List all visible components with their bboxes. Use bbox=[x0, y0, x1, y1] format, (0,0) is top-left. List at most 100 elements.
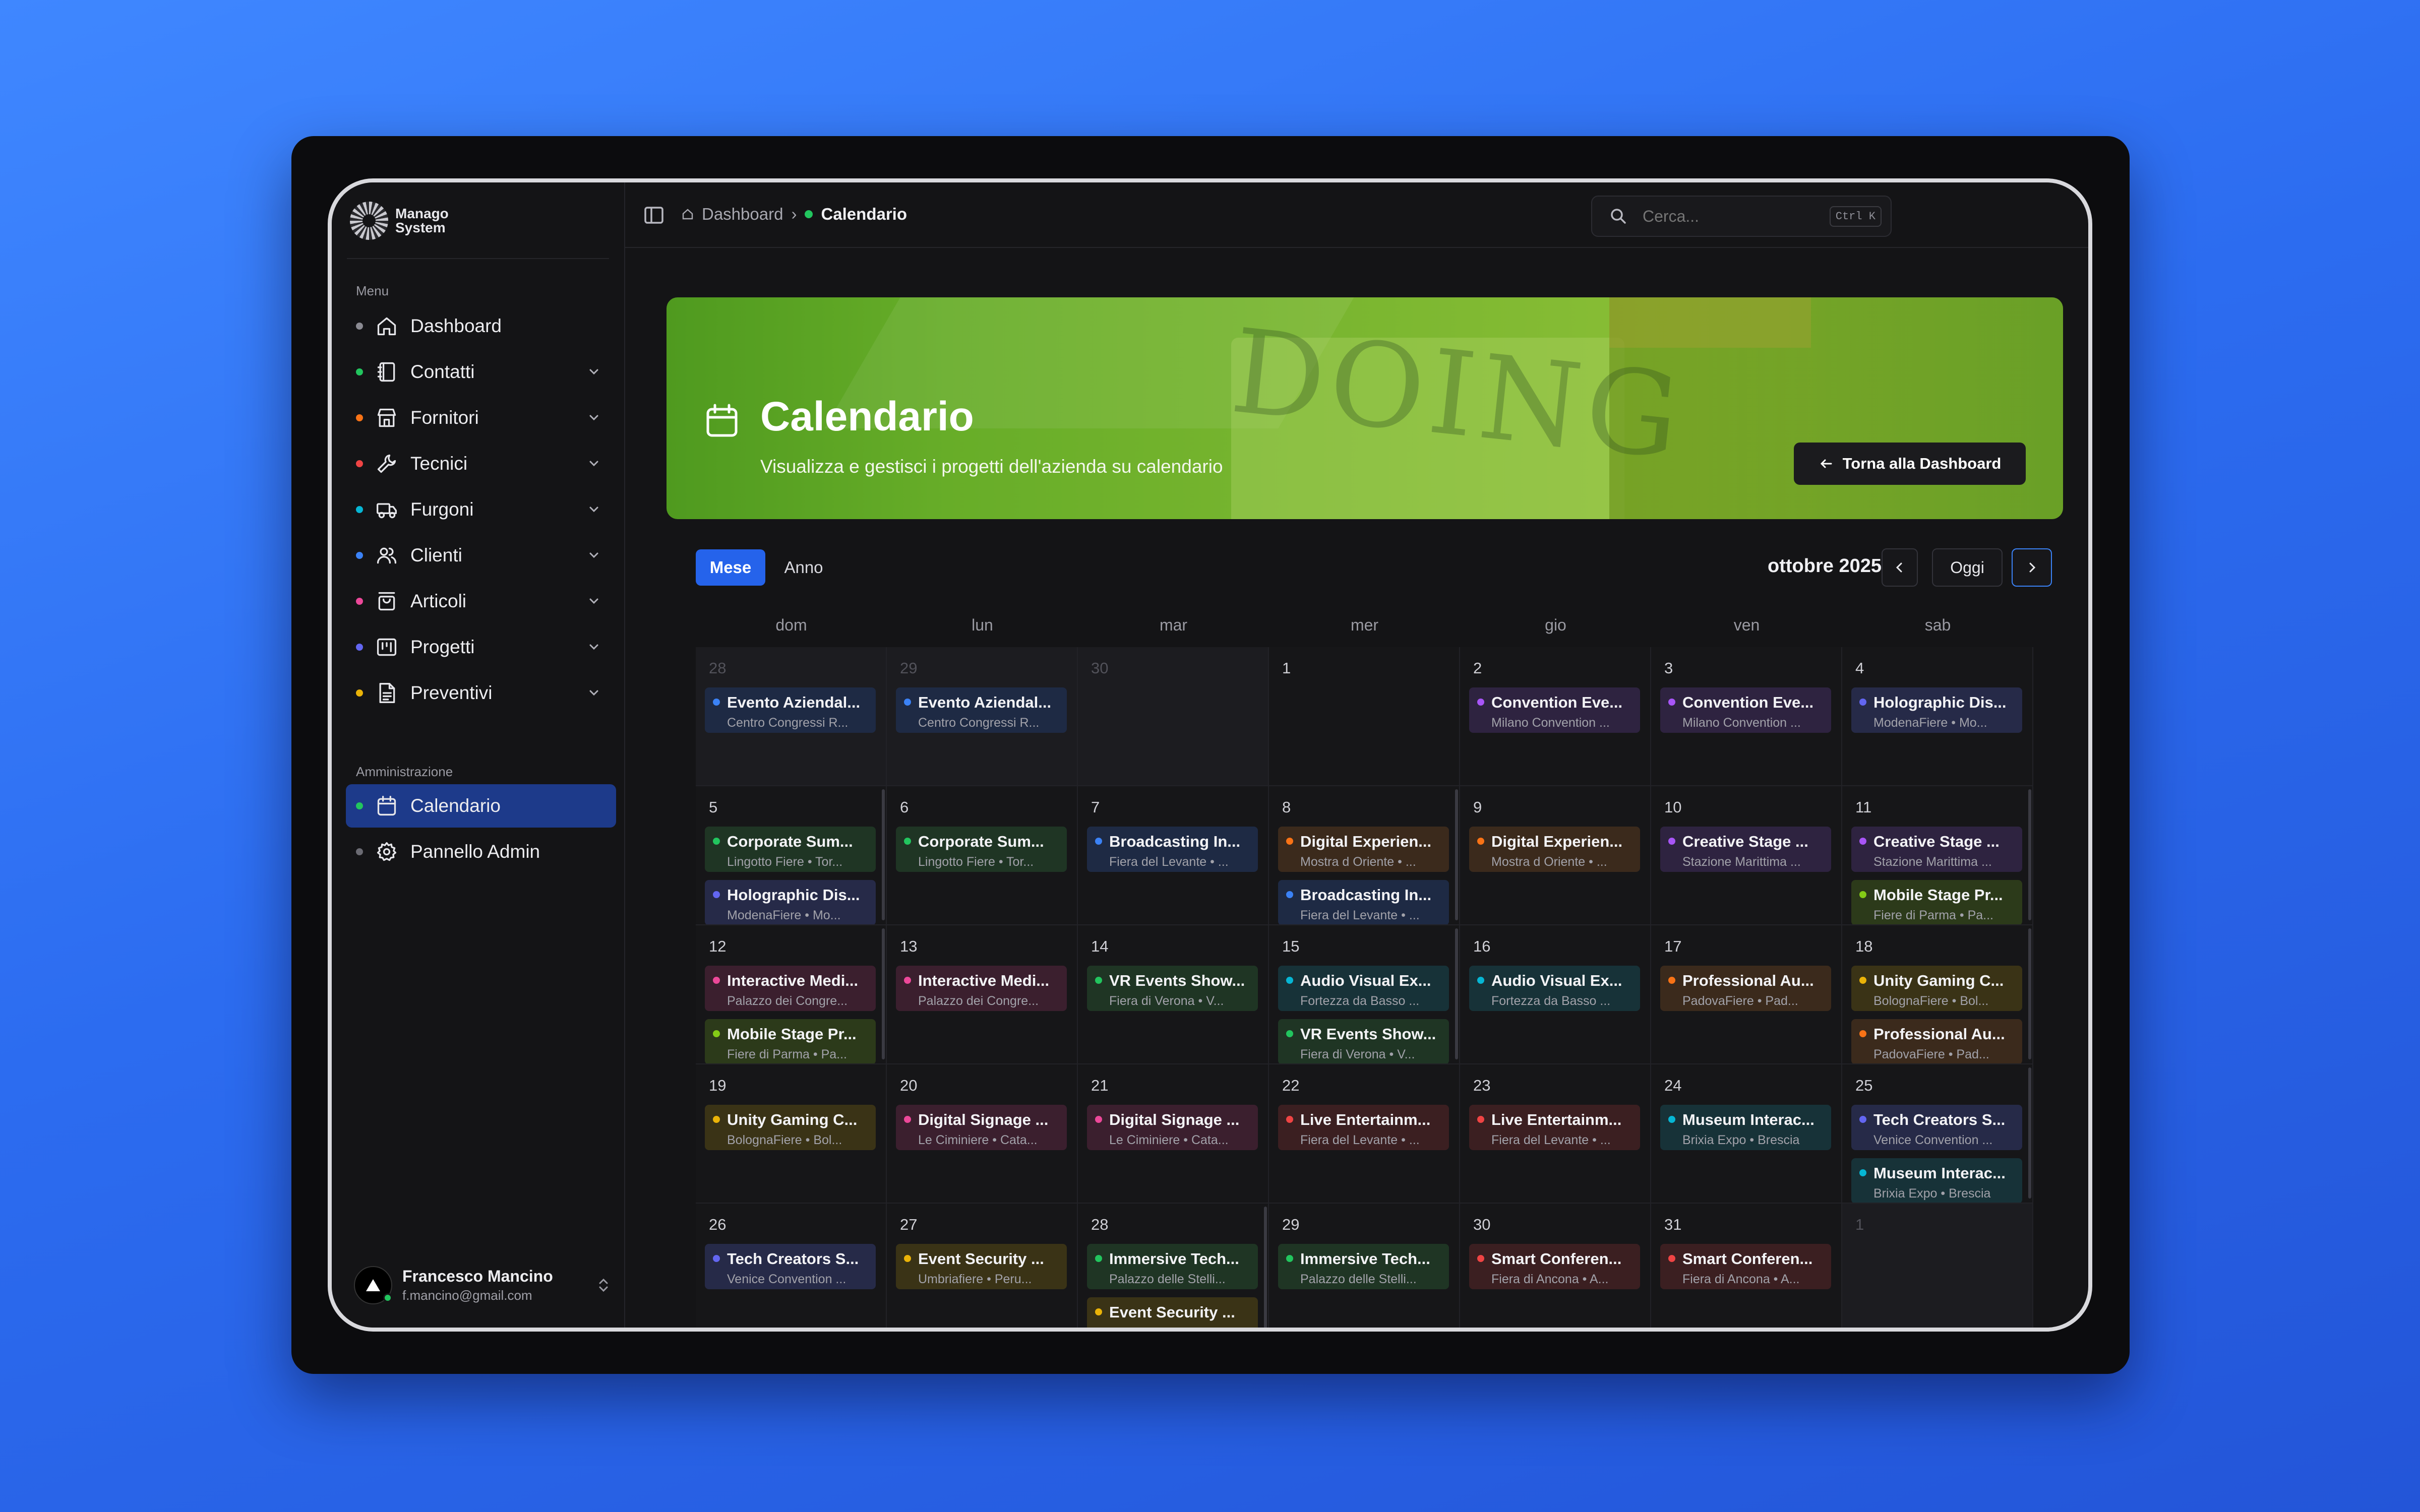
cell-scrollbar[interactable] bbox=[882, 789, 885, 920]
calendar-event[interactable]: Mobile Stage Pr... Fiere di Parma • Pa... bbox=[705, 1019, 876, 1063]
calendar-event[interactable]: Evento Aziendal... Centro Congressi R... bbox=[705, 687, 876, 733]
cell-scrollbar[interactable] bbox=[1264, 1207, 1267, 1328]
calendar-day-cell[interactable]: 14 VR Events Show... Fiera di Verona • V..… bbox=[1078, 925, 1269, 1064]
calendar-day-cell[interactable]: 31 Smart Conferen... Fiera di Ancona • A..… bbox=[1651, 1204, 1842, 1328]
calendar-day-cell[interactable]: 21 Digital Signage ... Le Ciminiere • Cata… bbox=[1078, 1064, 1269, 1204]
calendar-event[interactable]: VR Events Show... Fiera di Verona • V... bbox=[1278, 1019, 1449, 1063]
calendar-event[interactable]: VR Events Show... Fiera di Verona • V... bbox=[1087, 966, 1258, 1011]
sidebar-item-calendario[interactable]: Calendario bbox=[346, 784, 616, 828]
sidebar-item-dashboard[interactable]: Dashboard bbox=[346, 304, 616, 348]
calendar-event[interactable]: Museum Interac... Brixia Expo • Brescia bbox=[1660, 1105, 1831, 1150]
calendar-day-cell[interactable]: 11 Creative Stage ... Stazione Marittima .… bbox=[1842, 786, 2033, 925]
calendar-event[interactable]: Digital Experien... Mostra d Oriente • ..… bbox=[1469, 827, 1640, 872]
search-bar[interactable]: Ctrl K bbox=[1591, 196, 1892, 237]
calendar-day-cell[interactable]: 15 Audio Visual Ex... Fortezza da Basso ..… bbox=[1269, 925, 1460, 1064]
sidebar-toggle-icon[interactable] bbox=[643, 205, 664, 226]
app-logo[interactable]: Manago System bbox=[350, 202, 466, 240]
calendar-event[interactable]: Digital Signage ... Le Ciminiere • Cata..… bbox=[896, 1105, 1067, 1150]
view-year-button[interactable]: Anno bbox=[773, 549, 834, 586]
sidebar-item-tecnici[interactable]: Tecnici bbox=[346, 442, 616, 485]
calendar-day-cell[interactable]: 28 Immersive Tech... Palazzo delle Stelli.… bbox=[1078, 1204, 1269, 1328]
calendar-event[interactable]: Live Entertainm... Fiera del Levante • ..… bbox=[1278, 1105, 1449, 1150]
calendar-day-cell[interactable]: 16 Audio Visual Ex... Fortezza da Basso ..… bbox=[1460, 925, 1651, 1064]
calendar-event[interactable]: Unity Gaming C... BolognaFiere • Bol... bbox=[705, 1105, 876, 1150]
calendar-event[interactable]: Convention Eve... Milano Convention ... bbox=[1469, 687, 1640, 733]
calendar-day-cell[interactable]: 24 Museum Interac... Brixia Expo • Brescia bbox=[1651, 1064, 1842, 1204]
calendar-day-cell[interactable]: 18 Unity Gaming C... BolognaFiere • Bol...… bbox=[1842, 925, 2033, 1064]
calendar-day-cell[interactable]: 29 Evento Aziendal... Centro Congressi R..… bbox=[887, 647, 1078, 786]
cell-scrollbar[interactable] bbox=[2028, 789, 2031, 920]
calendar-event[interactable]: Holographic Dis... ModenaFiere • Mo... bbox=[705, 880, 876, 924]
calendar-day-cell[interactable]: 6 Corporate Sum... Lingotto Fiere • Tor... bbox=[887, 786, 1078, 925]
search-input[interactable] bbox=[1643, 207, 1809, 226]
cell-scrollbar[interactable] bbox=[882, 928, 885, 1059]
calendar-day-cell[interactable]: 7 Broadcasting In... Fiera del Levante • .… bbox=[1078, 786, 1269, 925]
calendar-day-cell[interactable]: 28 Evento Aziendal... Centro Congressi R..… bbox=[696, 647, 887, 786]
calendar-event[interactable]: Tech Creators S... Venice Convention ... bbox=[705, 1244, 876, 1289]
calendar-day-cell[interactable]: 3 Convention Eve... Milano Convention ... bbox=[1651, 647, 1842, 786]
calendar-day-cell[interactable]: 9 Digital Experien... Mostra d Oriente • .… bbox=[1460, 786, 1651, 925]
previous-month-button[interactable] bbox=[1882, 548, 1918, 587]
calendar-day-cell[interactable]: 19 Unity Gaming C... BolognaFiere • Bol... bbox=[696, 1064, 887, 1204]
calendar-event[interactable]: Professional Au... PadovaFiere • Pad... bbox=[1660, 966, 1831, 1011]
calendar-event[interactable]: Interactive Medi... Palazzo dei Congre... bbox=[705, 966, 876, 1011]
user-menu[interactable]: Francesco Mancino f.mancino@gmail.com bbox=[354, 1261, 611, 1309]
sidebar-item-clienti[interactable]: Clienti bbox=[346, 534, 616, 577]
calendar-day-cell[interactable]: 23 Live Entertainm... Fiera del Levante • … bbox=[1460, 1064, 1651, 1204]
calendar-event[interactable]: Immersive Tech... Palazzo delle Stelli... bbox=[1278, 1244, 1449, 1289]
calendar-event[interactable]: Holographic Dis... ModenaFiere • Mo... bbox=[1851, 687, 2022, 733]
calendar-day-cell[interactable]: 29 Immersive Tech... Palazzo delle Stelli.… bbox=[1269, 1204, 1460, 1328]
calendar-day-cell[interactable]: 1 bbox=[1842, 1204, 2033, 1328]
calendar-day-cell[interactable]: 4 Holographic Dis... ModenaFiere • Mo... bbox=[1842, 647, 2033, 786]
sidebar-item-pannello-admin[interactable]: Pannello Admin bbox=[346, 830, 616, 873]
sidebar-item-articoli[interactable]: Articoli bbox=[346, 580, 616, 623]
cell-scrollbar[interactable] bbox=[1455, 789, 1458, 920]
calendar-day-cell[interactable]: 5 Corporate Sum... Lingotto Fiere • Tor...… bbox=[696, 786, 887, 925]
calendar-event[interactable]: Broadcasting In... Fiera del Levante • ..… bbox=[1087, 827, 1258, 872]
calendar-event[interactable]: Digital Signage ... Le Ciminiere • Cata..… bbox=[1087, 1105, 1258, 1150]
calendar-event[interactable]: Tech Creators S... Venice Convention ... bbox=[1851, 1105, 2022, 1150]
next-month-button[interactable] bbox=[2012, 548, 2052, 587]
cell-scrollbar[interactable] bbox=[2028, 1067, 2031, 1199]
calendar-day-cell[interactable]: 8 Digital Experien... Mostra d Oriente • .… bbox=[1269, 786, 1460, 925]
calendar-day-cell[interactable]: 27 Event Security ... Umbriafiere • Peru..… bbox=[887, 1204, 1078, 1328]
calendar-event[interactable]: Corporate Sum... Lingotto Fiere • Tor... bbox=[896, 827, 1067, 872]
sidebar-item-preventivi[interactable]: Preventivi bbox=[346, 671, 616, 715]
calendar-day-cell[interactable]: 1 bbox=[1269, 647, 1460, 786]
calendar-event[interactable]: Event Security ... Umbriafiere • Peru... bbox=[896, 1244, 1067, 1289]
calendar-day-cell[interactable]: 26 Tech Creators S... Venice Convention ..… bbox=[696, 1204, 887, 1328]
calendar-day-cell[interactable]: 10 Creative Stage ... Stazione Marittima .… bbox=[1651, 786, 1842, 925]
calendar-day-cell[interactable]: 22 Live Entertainm... Fiera del Levante • … bbox=[1269, 1064, 1460, 1204]
calendar-event[interactable]: Museum Interac... Brixia Expo • Brescia bbox=[1851, 1158, 2022, 1203]
calendar-day-cell[interactable]: 13 Interactive Medi... Palazzo dei Congre.… bbox=[887, 925, 1078, 1064]
calendar-day-cell[interactable]: 25 Tech Creators S... Venice Convention ..… bbox=[1842, 1064, 2033, 1204]
today-button[interactable]: Oggi bbox=[1932, 548, 2003, 587]
view-month-button[interactable]: Mese bbox=[696, 549, 765, 586]
calendar-day-cell[interactable]: 30 bbox=[1078, 647, 1269, 786]
calendar-event[interactable]: Interactive Medi... Palazzo dei Congre... bbox=[896, 966, 1067, 1011]
sidebar-item-progetti[interactable]: Progetti bbox=[346, 625, 616, 669]
calendar-day-cell[interactable]: 12 Interactive Medi... Palazzo dei Congre.… bbox=[696, 925, 887, 1064]
calendar-event[interactable]: Audio Visual Ex... Fortezza da Basso ... bbox=[1278, 966, 1449, 1011]
calendar-event[interactable]: Unity Gaming C... BolognaFiere • Bol... bbox=[1851, 966, 2022, 1011]
sidebar-item-contatti[interactable]: Contatti bbox=[346, 350, 616, 394]
calendar-event[interactable]: Smart Conferen... Fiera di Ancona • A... bbox=[1469, 1244, 1640, 1289]
sidebar-item-fornitori[interactable]: Fornitori bbox=[346, 396, 616, 439]
calendar-day-cell[interactable]: 20 Digital Signage ... Le Ciminiere • Cata… bbox=[887, 1064, 1078, 1204]
calendar-event[interactable]: Evento Aziendal... Centro Congressi R... bbox=[896, 687, 1067, 733]
calendar-event[interactable]: Broadcasting In... Fiera del Levante • ..… bbox=[1278, 880, 1449, 924]
calendar-event[interactable]: Creative Stage ... Stazione Marittima ... bbox=[1851, 827, 2022, 872]
calendar-event[interactable]: Mobile Stage Pr... Fiere di Parma • Pa... bbox=[1851, 880, 2022, 924]
notifications-button[interactable]: 3 bbox=[2085, 188, 2088, 210]
calendar-event[interactable]: Creative Stage ... Stazione Marittima ... bbox=[1660, 827, 1831, 872]
calendar-event[interactable]: Professional Au... PadovaFiere • Pad... bbox=[1851, 1019, 2022, 1063]
cell-scrollbar[interactable] bbox=[2028, 928, 2031, 1059]
calendar-event[interactable]: Smart Conferen... Fiera di Ancona • A... bbox=[1660, 1244, 1831, 1289]
back-to-dashboard-button[interactable]: Torna alla Dashboard bbox=[1794, 443, 2026, 485]
sidebar-item-furgoni[interactable]: Furgoni bbox=[346, 488, 616, 531]
calendar-event[interactable]: Corporate Sum... Lingotto Fiere • Tor... bbox=[705, 827, 876, 872]
calendar-event[interactable]: Immersive Tech... Palazzo delle Stelli... bbox=[1087, 1244, 1258, 1289]
cell-scrollbar[interactable] bbox=[1455, 928, 1458, 1059]
calendar-day-cell[interactable]: 30 Smart Conferen... Fiera di Ancona • A..… bbox=[1460, 1204, 1651, 1328]
calendar-day-cell[interactable]: 17 Professional Au... PadovaFiere • Pad... bbox=[1651, 925, 1842, 1064]
